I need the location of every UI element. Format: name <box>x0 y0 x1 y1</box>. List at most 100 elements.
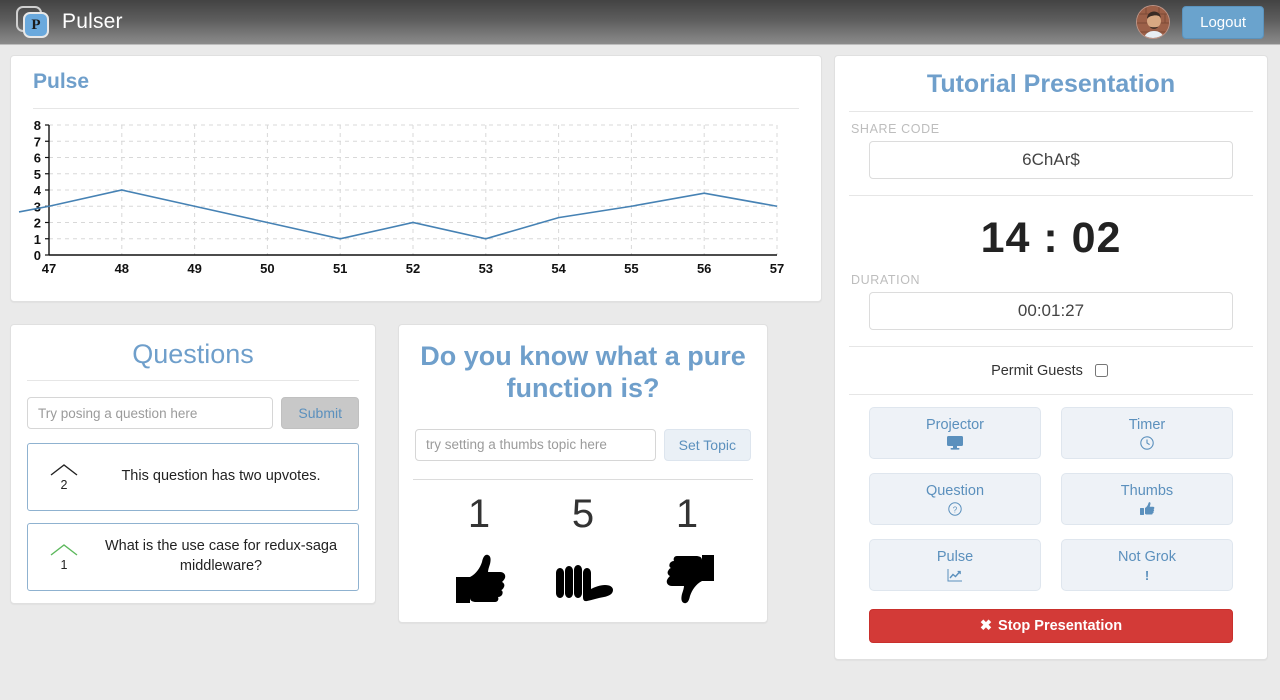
clock-icon <box>1140 435 1154 450</box>
svg-text:8: 8 <box>34 118 41 133</box>
right-column: Tutorial Presentation SHARE CODE 6ChAr$ … <box>834 55 1268 660</box>
thumb-count-value: 1 <box>467 491 491 536</box>
questions-panel: Questions Submit 2 This question has two … <box>10 324 376 604</box>
nav-right: Logout <box>1136 5 1264 39</box>
control-button-projector[interactable]: Projector <box>869 407 1041 459</box>
svg-text:2: 2 <box>34 216 41 231</box>
question-item: 1 What is the use case for redux-saga mid… <box>27 523 359 591</box>
question-circle-icon: ? <box>948 501 962 516</box>
svg-text:5: 5 <box>34 167 41 182</box>
permit-guests-label: Permit Guests <box>991 362 1083 379</box>
control-button-pulse[interactable]: Pulse <box>869 539 1041 591</box>
duration-value[interactable]: 00:01:27 <box>869 292 1233 330</box>
thumbs-sideways-icon <box>535 550 631 608</box>
upvote-control[interactable]: 2 <box>36 463 92 492</box>
thumbs-counts-row: 1 5 1 <box>399 480 767 608</box>
svg-text:54: 54 <box>551 261 566 276</box>
set-topic-button[interactable]: Set Topic <box>663 428 751 461</box>
page-body: Pulse 0 1 2 3 4 5 6 7 8 47 48 49 50 51 52 53 54 55 56 57 Qu… <box>0 45 1280 670</box>
pulse-panel: Pulse 0 1 2 3 4 5 6 7 8 47 48 49 50 51 52 53 54 55 56 57 <box>10 55 822 302</box>
svg-text:0: 0 <box>34 248 41 263</box>
left-column: Pulse 0 1 2 3 4 5 6 7 8 47 48 49 50 51 52 53 54 55 56 57 Qu… <box>10 55 822 623</box>
thumb-count-column: 1 <box>639 494 735 608</box>
svg-text:55: 55 <box>624 261 638 276</box>
svg-text:4: 4 <box>34 183 42 198</box>
svg-text:53: 53 <box>479 261 493 276</box>
brand: P Pulser <box>16 4 123 40</box>
pulse-chart: 0 1 2 3 4 5 6 7 8 47 48 49 50 51 52 53 54 55 56 57 <box>11 109 821 287</box>
question-item: 2 This question has two upvotes. <box>27 443 359 511</box>
thumbs-panel: Do you know what a pure function is? Set… <box>398 324 768 623</box>
svg-text:50: 50 <box>260 261 274 276</box>
control-button-thumbs[interactable]: Thumbs <box>1061 473 1233 525</box>
svg-text:57: 57 <box>770 261 784 276</box>
thumbs-up-icon <box>1139 501 1155 516</box>
svg-text:48: 48 <box>115 261 129 276</box>
svg-text:!: ! <box>1145 568 1149 582</box>
question-text: This question has two upvotes. <box>121 468 321 485</box>
questions-title: Questions <box>132 339 254 369</box>
thumbs-topic: Do you know what a pure function is? <box>420 341 746 403</box>
permit-guests-checkbox[interactable] <box>1094 364 1108 377</box>
presentation-clock: 14 : 02 <box>980 214 1122 262</box>
control-button-timer[interactable]: Timer <box>1061 407 1233 459</box>
top-navbar: P Pulser Logout <box>0 0 1280 45</box>
questions-list: 2 This question has two upvotes. 1 What is … <box>11 429 375 591</box>
bottom-row: Questions Submit 2 This question has two … <box>10 324 822 623</box>
pulser-logo-icon: P <box>16 4 52 40</box>
permit-guests-row: Permit Guests <box>835 347 1267 394</box>
presentation-panel: Tutorial Presentation SHARE CODE 6ChAr$ … <box>834 55 1268 660</box>
share-code-value[interactable]: 6ChAr$ <box>869 141 1233 179</box>
upvote-caret-icon[interactable] <box>49 463 79 477</box>
control-button-question[interactable]: Question? <box>869 473 1041 525</box>
brand-name: Pulser <box>62 10 123 33</box>
logout-button[interactable]: Logout <box>1182 5 1264 39</box>
svg-text:6: 6 <box>34 151 41 166</box>
thumbs-topic-input[interactable] <box>415 428 656 461</box>
question-input-row: Submit <box>11 381 375 429</box>
svg-text:56: 56 <box>697 261 711 276</box>
close-x-icon: ✖ <box>979 618 993 634</box>
share-code-label: SHARE CODE <box>851 122 940 136</box>
svg-text:7: 7 <box>34 134 41 149</box>
thumb-count-value: 5 <box>571 491 595 536</box>
duration-label: DURATION <box>851 273 921 287</box>
control-button-label: Projector <box>925 416 985 433</box>
pulse-chart-svg: 01234567847 48 49 50 51 52 53 54 55 56 57 <box>18 118 784 276</box>
thumb-count-column: 5 <box>535 494 631 608</box>
thumb-count-value: 1 <box>675 491 699 536</box>
svg-text:?: ? <box>953 505 958 514</box>
thumb-count-column: 1 <box>431 494 527 608</box>
logo-front-square: P <box>23 12 49 38</box>
svg-text:3: 3 <box>34 199 41 214</box>
thumbs-up-icon <box>431 550 527 608</box>
pulse-panel-title: Pulse <box>33 70 90 93</box>
submit-question-button[interactable]: Submit <box>281 397 359 429</box>
stop-presentation-button[interactable]: ✖ Stop Presentation <box>869 609 1233 643</box>
logo-letter: P <box>31 16 41 33</box>
svg-text:52: 52 <box>406 261 420 276</box>
control-button-label: Timer <box>1128 416 1166 433</box>
upvote-caret-icon[interactable] <box>49 543 79 557</box>
stop-presentation-label: Stop Presentation <box>998 618 1123 634</box>
thumbs-down-icon <box>639 550 735 608</box>
upvote-control[interactable]: 1 <box>36 543 92 572</box>
thumbs-topic-input-row: Set Topic <box>399 413 767 461</box>
control-button-label: Pulse <box>936 548 974 565</box>
control-button-label: Question <box>925 482 985 499</box>
chart-line-icon <box>947 568 963 582</box>
question-input[interactable] <box>27 397 274 429</box>
presentation-title: Tutorial Presentation <box>926 70 1176 98</box>
control-button-grid: Projector Timer Question? Thumbs Pulse Not Gr… <box>835 395 1267 591</box>
upvote-count: 1 <box>60 557 68 572</box>
exclamation-icon: ! <box>1143 568 1151 582</box>
svg-text:47: 47 <box>42 261 56 276</box>
control-button-not-grok[interactable]: Not Grok! <box>1061 539 1233 591</box>
svg-text:1: 1 <box>34 232 41 247</box>
svg-text:49: 49 <box>187 261 201 276</box>
question-text: What is the use case for redux-saga midd… <box>104 538 338 574</box>
control-button-label: Thumbs <box>1120 482 1174 499</box>
user-avatar[interactable] <box>1136 5 1171 39</box>
control-button-label: Not Grok <box>1117 548 1176 565</box>
upvote-count: 2 <box>60 477 68 492</box>
